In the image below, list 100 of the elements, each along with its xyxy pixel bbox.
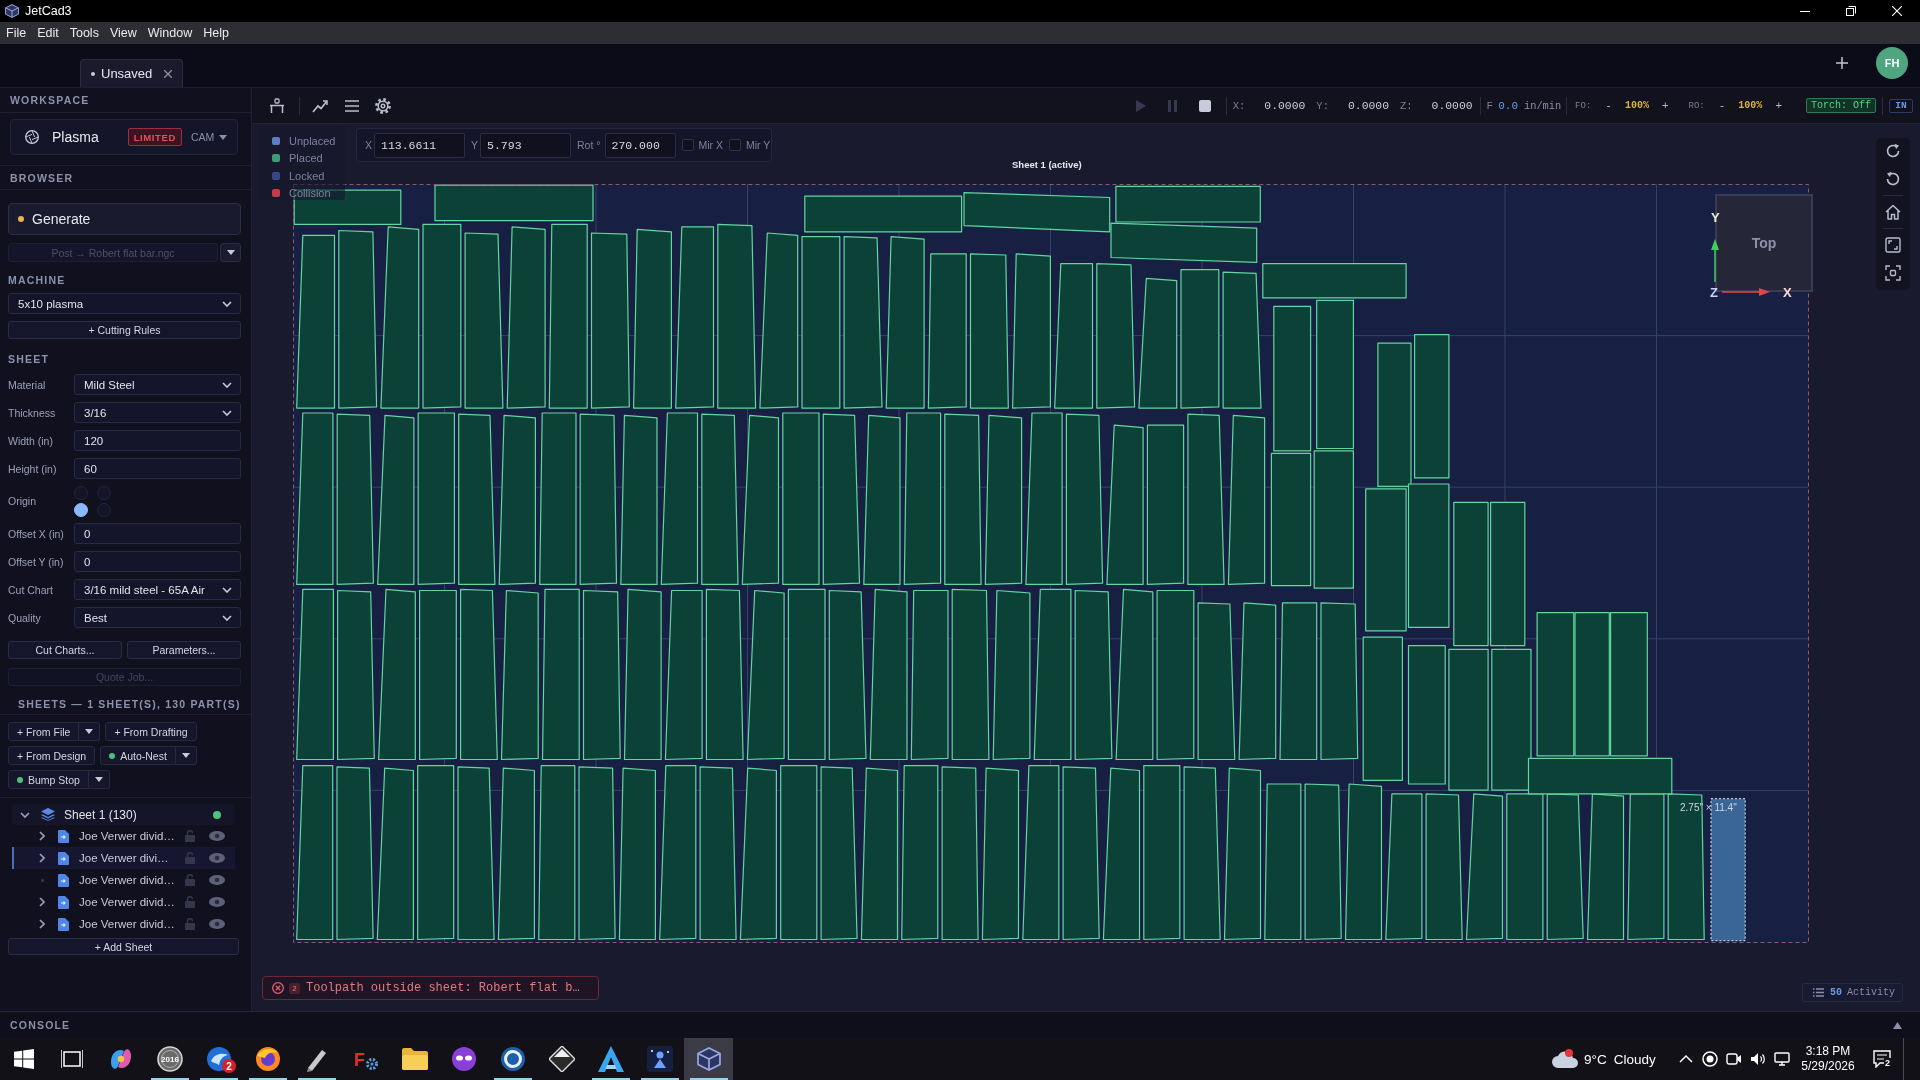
workspace-card[interactable]: Plasma LIMITED CAM bbox=[10, 119, 238, 155]
chevron-right-icon[interactable] bbox=[39, 831, 45, 841]
console-heading[interactable]: CONSOLE bbox=[10, 1019, 71, 1031]
eye-icon[interactable] bbox=[209, 853, 225, 863]
eye-icon[interactable] bbox=[209, 831, 225, 841]
menu-item[interactable]: Help bbox=[203, 26, 229, 40]
task-view-icon[interactable] bbox=[60, 1050, 83, 1068]
folder-icon[interactable] bbox=[401, 1048, 428, 1070]
settings-icon[interactable] bbox=[375, 97, 391, 114]
ring-icon[interactable] bbox=[499, 1046, 526, 1072]
checkbox[interactable] bbox=[681, 139, 694, 151]
minimize-icon[interactable] bbox=[1800, 10, 1810, 12]
radio-button[interactable] bbox=[97, 502, 111, 517]
error-toast[interactable]: 2 Toolpath outside sheet: Robert flat b… bbox=[262, 976, 599, 1000]
action-button[interactable]: Cut Charts... bbox=[8, 641, 122, 659]
dropdown[interactable]: Mild Steel bbox=[74, 374, 241, 395]
input-field[interactable]: 0 bbox=[74, 523, 241, 544]
decrease-button[interactable]: - bbox=[1605, 99, 1612, 112]
tree-item[interactable]: Joe Verwer divi… bbox=[12, 847, 235, 869]
rotate-clockwise-icon[interactable] bbox=[1885, 143, 1901, 159]
dropdown[interactable]: 5x10 plasma bbox=[8, 293, 241, 314]
network-icon[interactable] bbox=[1774, 1051, 1790, 1067]
menu-item[interactable]: Tools bbox=[69, 26, 99, 40]
menu-item[interactable]: Edit bbox=[37, 26, 59, 40]
table-icon[interactable] bbox=[269, 97, 285, 114]
gear-logo[interactable]: F bbox=[352, 1046, 379, 1072]
focus-icon[interactable] bbox=[1885, 265, 1901, 281]
action-button[interactable]: Auto-Nest bbox=[100, 746, 176, 765]
stop-icon[interactable] bbox=[1198, 99, 1211, 112]
tree-item[interactable]: Joe Verwer divid… bbox=[12, 891, 235, 913]
input-field[interactable]: 120 bbox=[74, 430, 241, 451]
record-icon[interactable] bbox=[1702, 1051, 1718, 1067]
radio-button[interactable] bbox=[97, 485, 111, 500]
line-chart-icon[interactable] bbox=[312, 97, 328, 114]
dropdown-button[interactable] bbox=[175, 746, 197, 765]
dropdown[interactable]: 3/16 bbox=[74, 402, 241, 423]
post-menu-button[interactable] bbox=[220, 243, 241, 262]
notification-icon[interactable] bbox=[1873, 1050, 1891, 1068]
action-button[interactable]: Parameters... bbox=[127, 641, 241, 659]
input-field[interactable]: 270.000 bbox=[604, 132, 676, 158]
document-tab[interactable]: Unsaved bbox=[80, 59, 184, 87]
increase-button[interactable]: + bbox=[1775, 99, 1782, 112]
menu-item[interactable]: File bbox=[6, 26, 27, 40]
radio-button[interactable] bbox=[74, 485, 88, 500]
dropdown[interactable]: Best bbox=[74, 607, 241, 628]
tree-item[interactable]: Joe Verwer divid… bbox=[12, 825, 235, 847]
cube-icon[interactable] bbox=[696, 1047, 721, 1071]
menu-item[interactable]: View bbox=[109, 26, 137, 40]
tree-item[interactable]: Sheet 1 (130) bbox=[12, 804, 235, 825]
starry-tile-icon[interactable] bbox=[646, 1046, 673, 1072]
dropdown-button[interactable] bbox=[88, 770, 110, 789]
input-field[interactable]: 113.6611 bbox=[374, 132, 465, 158]
generate-button[interactable]: Generate bbox=[8, 203, 241, 235]
start-menu-icon[interactable] bbox=[13, 1049, 34, 1069]
taskbar-button[interactable]: F bbox=[341, 1038, 390, 1080]
eye-icon[interactable] bbox=[209, 919, 225, 929]
dropdown[interactable]: 3/16 mild steel - 65A Air bbox=[74, 579, 241, 600]
cutting-rules-button[interactable]: + Cutting Rules bbox=[8, 321, 241, 339]
checkbox[interactable] bbox=[729, 139, 741, 151]
activity-button[interactable]: 50 Activity bbox=[1802, 983, 1903, 1002]
peak-icon[interactable] bbox=[597, 1046, 624, 1072]
units-toggle[interactable]: IN bbox=[1889, 98, 1913, 113]
add-sheet-button[interactable]: + Add Sheet bbox=[8, 938, 239, 955]
action-button[interactable]: + From Drafting bbox=[105, 722, 197, 741]
input-field[interactable]: 0 bbox=[74, 551, 241, 572]
tree-item[interactable]: Joe Verwer divid… bbox=[12, 913, 235, 935]
globe-icon[interactable] bbox=[254, 1046, 281, 1072]
decrease-button[interactable]: - bbox=[1718, 99, 1726, 112]
chevron-right-icon[interactable] bbox=[39, 919, 45, 929]
taskbar-button[interactable] bbox=[684, 1038, 733, 1080]
seal-logo[interactable]: 2016 bbox=[156, 1046, 183, 1072]
eye-icon[interactable] bbox=[209, 875, 225, 885]
menu-icon[interactable] bbox=[344, 97, 360, 114]
input-field[interactable]: 5.793 bbox=[480, 132, 572, 158]
action-button[interactable]: + From File bbox=[8, 722, 80, 741]
camera-icon[interactable] bbox=[1726, 1051, 1742, 1067]
clock-date[interactable]: 5/29/2026 bbox=[1801, 1059, 1855, 1074]
input-field[interactable]: 60 bbox=[74, 458, 241, 479]
restore-icon[interactable] bbox=[1846, 6, 1856, 16]
chevron-right-icon[interactable] bbox=[39, 853, 45, 863]
action-button[interactable]: + From Design bbox=[8, 746, 96, 765]
radio-button[interactable] bbox=[74, 502, 88, 517]
home-icon[interactable] bbox=[1885, 204, 1901, 220]
fit-view-icon[interactable] bbox=[1885, 237, 1901, 253]
plus-icon[interactable] bbox=[1836, 56, 1848, 69]
expand-icon[interactable] bbox=[1893, 1021, 1902, 1029]
action-button[interactable]: Bump Stop bbox=[8, 770, 89, 789]
torch-toggle[interactable]: Torch: Off bbox=[1806, 98, 1876, 113]
speaker-icon[interactable] bbox=[1750, 1051, 1766, 1067]
chevron-right-icon[interactable] bbox=[39, 897, 45, 907]
mask-icon[interactable] bbox=[450, 1046, 477, 1072]
rotate-counterclockwise-icon[interactable] bbox=[1885, 171, 1901, 187]
increase-button[interactable]: + bbox=[1661, 99, 1669, 112]
diamond-icon[interactable] bbox=[548, 1046, 575, 1072]
tree-item[interactable]: Joe Verwer divid… bbox=[12, 869, 235, 891]
eye-icon[interactable] bbox=[209, 897, 225, 907]
clock-time[interactable]: 3:18 PM bbox=[1805, 1044, 1851, 1059]
menu-item[interactable]: Window bbox=[147, 26, 193, 40]
chevron-down-icon[interactable] bbox=[20, 809, 30, 820]
dropdown-button[interactable] bbox=[79, 722, 101, 741]
